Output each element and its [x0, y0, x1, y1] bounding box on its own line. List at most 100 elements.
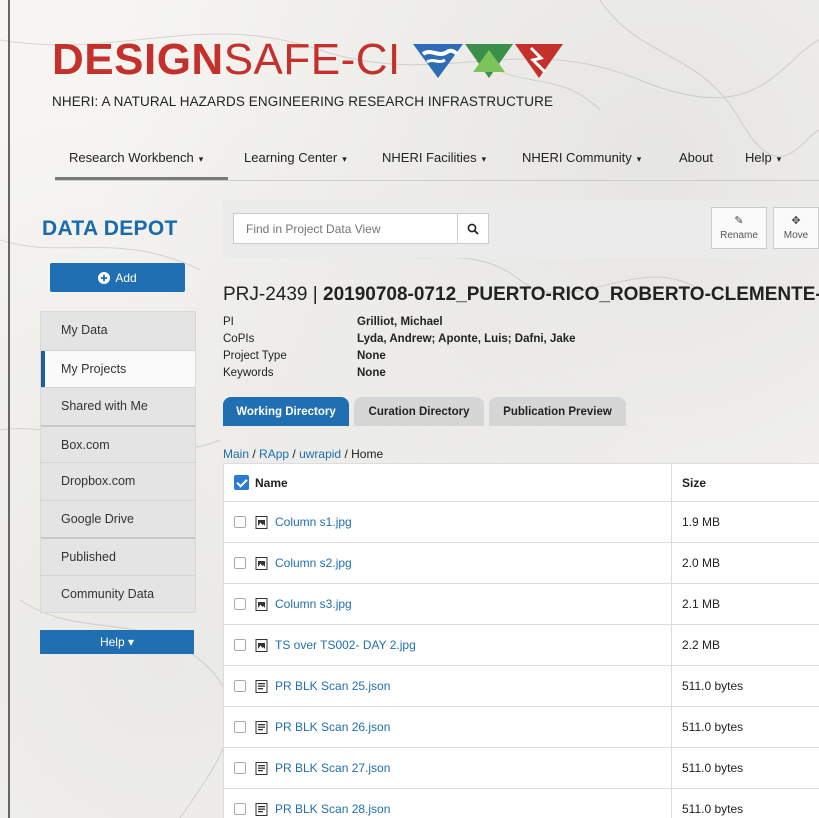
rename-label: Rename: [720, 230, 758, 241]
breadcrumb-uwrapid[interactable]: uwrapid: [299, 447, 341, 461]
nav-item-nheri-community[interactable]: NHERI Community ▾: [522, 150, 641, 165]
file-name-link[interactable]: PR BLK Scan 26.json: [275, 720, 390, 734]
code-file-icon: [255, 761, 268, 775]
project-id: PRJ-2439: [223, 284, 308, 305]
nav-item-learning-center[interactable]: Learning Center ▾: [244, 150, 347, 165]
breadcrumb-main[interactable]: Main: [223, 447, 249, 461]
designsafe-logo[interactable]: DESIGNSAFE-CI: [52, 34, 563, 86]
logo-text-light: SAFE-CI: [223, 35, 401, 84]
breadcrumb-separator: /: [341, 447, 352, 461]
project-name: 20190708-0712_PUERTO-RICO_ROBERTO-CLEMEN…: [323, 284, 819, 305]
select-all-checkbox[interactable]: [234, 475, 249, 490]
file-name-link[interactable]: Column s1.jpg: [275, 515, 352, 529]
row-checkbox[interactable]: [234, 762, 246, 774]
sidebar-item-dropbox[interactable]: Dropbox.com: [41, 462, 195, 500]
move-icon: ✥: [791, 215, 801, 227]
row-checkbox[interactable]: [234, 516, 246, 528]
row-checkbox[interactable]: [234, 598, 246, 610]
file-name-link[interactable]: Column s2.jpg: [275, 556, 352, 570]
image-file-icon: [255, 597, 268, 611]
table-row: PR BLK Scan 26.json 511.0 bytes: [224, 706, 819, 747]
file-size: 2.2 MB: [671, 625, 819, 665]
nav-item-about[interactable]: About: [679, 150, 713, 165]
table-row: Column s3.jpg 2.1 MB: [224, 583, 819, 624]
breadcrumb-current: Home: [351, 447, 384, 461]
search-button[interactable]: [457, 213, 489, 244]
meta-value-project-type: None: [357, 350, 386, 362]
plus-circle-icon: [98, 271, 111, 284]
sidebar-item-published[interactable]: Published: [41, 537, 195, 575]
table-row: PR BLK Scan 25.json 511.0 bytes: [224, 665, 819, 706]
tagline: NHERI: A NATURAL HAZARDS ENGINEERING RES…: [52, 94, 554, 109]
nav-item-label: NHERI Community: [522, 150, 632, 165]
nav-item-label: Help: [745, 150, 772, 165]
nav-item-help[interactable]: Help ▾: [745, 150, 781, 165]
chevron-down-icon: ▾: [342, 154, 347, 164]
file-name-link[interactable]: Column s3.jpg: [275, 597, 352, 611]
file-size: 511.0 bytes: [671, 707, 819, 747]
table-row: Column s1.jpg 1.9 MB: [224, 501, 819, 542]
chevron-down-icon: ▾: [636, 154, 642, 164]
table-row: Column s2.jpg 2.0 MB: [224, 542, 819, 583]
file-size: 511.0 bytes: [671, 789, 819, 818]
table-row: PR BLK Scan 27.json 511.0 bytes: [224, 747, 819, 788]
window-left-edge: [8, 0, 10, 818]
sidebar-item-box[interactable]: Box.com: [41, 424, 195, 463]
file-size: 1.9 MB: [671, 502, 819, 542]
tab-publication-preview[interactable]: Publication Preview: [489, 397, 626, 426]
sidebar-item-community-data[interactable]: Community Data: [41, 574, 195, 613]
add-button[interactable]: Add: [50, 263, 185, 292]
pencil-icon: ✎: [734, 215, 744, 227]
image-file-icon: [255, 515, 268, 529]
code-file-icon: [255, 802, 268, 816]
file-size: 2.1 MB: [671, 584, 819, 624]
table-row: PR BLK Scan 28.json 511.0 bytes: [224, 788, 819, 818]
nav-item-research-workbench[interactable]: Research Workbench ▾: [69, 150, 203, 165]
column-header-name[interactable]: Name: [255, 476, 288, 490]
sidebar-item-my-projects[interactable]: My Projects: [41, 349, 195, 387]
column-header-size[interactable]: Size: [682, 476, 706, 490]
sidebar-help-button[interactable]: Help ▾: [40, 630, 194, 654]
table-row: TS over TS002- DAY 2.jpg 2.2 MB: [224, 624, 819, 665]
nav-item-label: Learning Center: [244, 150, 338, 165]
breadcrumb-separator: /: [289, 447, 300, 461]
file-name-link[interactable]: PR BLK Scan 28.json: [275, 802, 390, 816]
row-checkbox[interactable]: [234, 557, 246, 569]
project-title: PRJ-2439 | 20190708-0712_PUERTO-RICO_ROB…: [223, 284, 819, 306]
file-size: 511.0 bytes: [671, 666, 819, 706]
meta-value-keywords: None: [357, 367, 386, 379]
sidebar-item-google-drive[interactable]: Google Drive: [41, 499, 195, 538]
row-checkbox[interactable]: [234, 680, 246, 692]
chevron-down-icon: ▾: [481, 154, 487, 164]
file-name-link[interactable]: PR BLK Scan 27.json: [275, 761, 390, 775]
row-checkbox[interactable]: [234, 803, 246, 815]
tab-curation-directory[interactable]: Curation Directory: [354, 397, 484, 426]
sidebar-nav: My Data My Projects Shared with Me Box.c…: [40, 311, 196, 613]
chevron-down-icon: ▾: [776, 154, 782, 164]
meta-value-pi: Grilliot, Michael: [357, 316, 443, 328]
nheri-hazards-logo-icon: [412, 44, 563, 78]
file-name-link[interactable]: TS over TS002- DAY 2.jpg: [275, 638, 416, 652]
file-name-link[interactable]: PR BLK Scan 25.json: [275, 679, 390, 693]
code-file-icon: [255, 720, 268, 734]
search-input[interactable]: [233, 213, 458, 244]
tab-working-directory[interactable]: Working Directory: [223, 397, 349, 426]
breadcrumb: Main / RApp / uwrapid / Home: [223, 447, 383, 461]
nav-item-nheri-facilities[interactable]: NHERI Facilities ▾: [382, 150, 486, 165]
move-label: Move: [783, 230, 809, 241]
page-frame: DESIGNSAFE-CI NHERI: A NATURAL HAZARDS E…: [0, 0, 819, 818]
meta-label-project-type: Project Type: [223, 350, 287, 362]
data-depot-title: DATA DEPOT: [42, 217, 178, 240]
row-checkbox[interactable]: [234, 721, 246, 733]
sidebar-item-my-data[interactable]: My Data: [41, 312, 195, 350]
nav-item-label: NHERI Facilities: [382, 150, 477, 165]
meta-label-copis: CoPIs: [223, 333, 255, 345]
row-checkbox[interactable]: [234, 639, 246, 651]
image-file-icon: [255, 638, 268, 652]
sidebar-item-shared-with-me[interactable]: Shared with Me: [41, 387, 195, 425]
move-button[interactable]: ✥ Move: [773, 207, 819, 249]
meta-value-copis: Lyda, Andrew; Aponte, Luis; Dafni, Jake: [357, 333, 576, 345]
rename-button[interactable]: ✎ Rename: [711, 207, 767, 249]
meta-label-keywords: Keywords: [223, 367, 274, 379]
breadcrumb-rapp[interactable]: RApp: [259, 447, 289, 461]
